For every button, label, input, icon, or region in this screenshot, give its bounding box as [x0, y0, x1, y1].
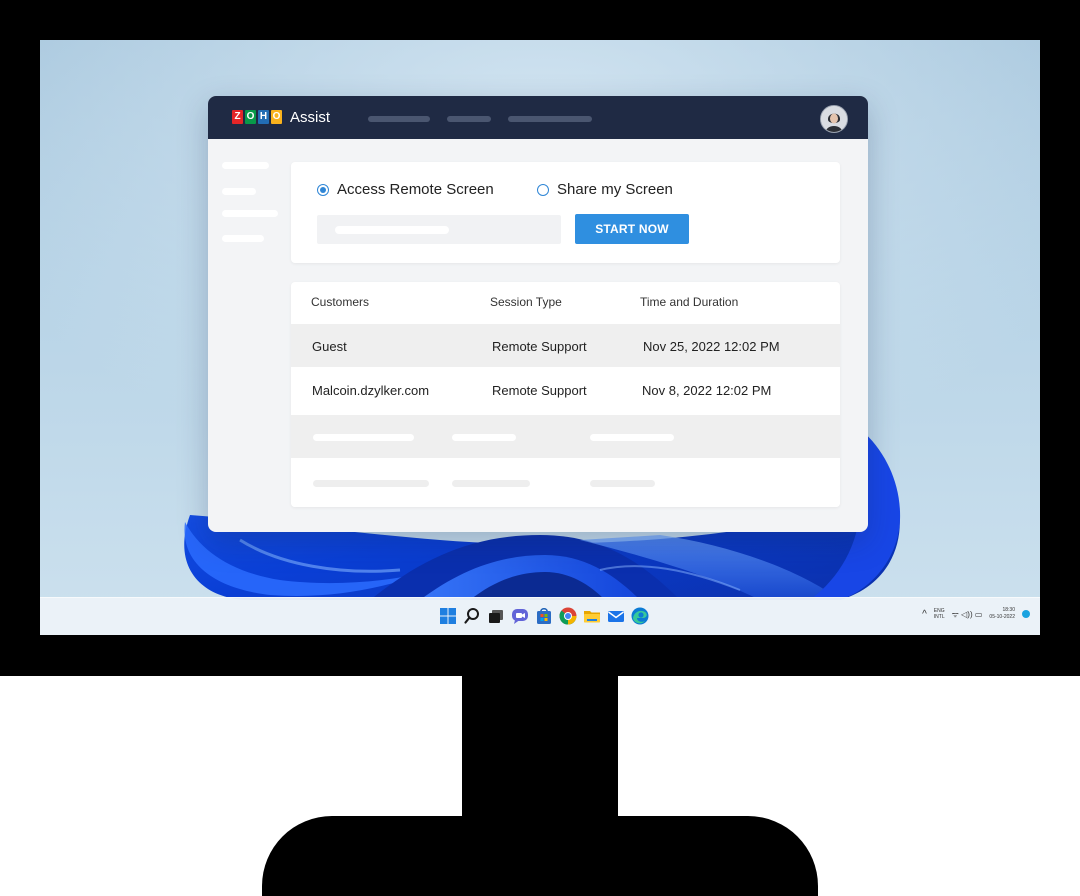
share-my-screen-option[interactable]: Share my Screen	[537, 181, 673, 198]
zoho-logo: Z O H O	[232, 110, 282, 124]
start-session-card: Access Remote Screen Share my Screen STA…	[291, 162, 840, 263]
column-header-session-type: Session Type	[490, 295, 562, 309]
network-volume-battery-icons[interactable]: ᯤ ◁)) ▭	[952, 609, 983, 620]
cell-session-type: Remote Support	[492, 339, 587, 354]
user-avatar-icon	[821, 106, 847, 132]
desktop-screen: ^ ENG INTL ᯤ ◁)) ▭ 18:30 05-10-2022 Z O …	[40, 40, 1040, 635]
skeleton-bar	[590, 434, 674, 441]
monitor-stand-neck	[462, 676, 618, 826]
user-avatar[interactable]	[820, 105, 848, 133]
app-name: Assist	[290, 109, 331, 126]
radio-selected-icon[interactable]	[317, 183, 329, 196]
chrome-icon[interactable]	[558, 606, 578, 626]
zoho-logo-letter-h: H	[258, 110, 269, 124]
taskbar-clock[interactable]: 18:30 05-10-2022	[989, 607, 1015, 621]
sidebar-item-placeholder[interactable]	[222, 188, 256, 195]
clock-date: 05-10-2022	[989, 614, 1015, 620]
app-header: Z O H O Assist	[208, 96, 868, 139]
clock-time: 18:30	[1002, 607, 1015, 613]
zoho-logo-letter-o: O	[245, 110, 256, 124]
skeleton-bar	[590, 480, 655, 487]
skeleton-bar	[313, 480, 429, 487]
skeleton-bar	[313, 434, 414, 441]
cell-session-type: Remote Support	[492, 383, 587, 398]
sidebar-item-placeholder[interactable]	[222, 235, 264, 242]
input-language-layout: INTL	[933, 614, 945, 620]
zoho-assist-window: Z O H O Assist Access Remote Screen Shar…	[208, 96, 868, 532]
session-input-field[interactable]	[317, 215, 561, 244]
windows-start-icon[interactable]	[438, 606, 458, 626]
file-explorer-icon[interactable]	[582, 606, 602, 626]
taskbar-pinned-apps	[438, 606, 650, 626]
show-hidden-icons-chevron-icon[interactable]: ^	[922, 609, 927, 620]
teams-chat-icon[interactable]	[510, 606, 530, 626]
input-language-indicator[interactable]: ENG INTL	[934, 608, 945, 620]
sessions-table: Customers Session Type Time and Duration…	[291, 282, 840, 507]
zoho-logo-letter-o: O	[271, 110, 282, 124]
system-tray: ^ ENG INTL ᯤ ◁)) ▭ 18:30 05-10-2022	[922, 607, 1030, 621]
mail-icon[interactable]	[606, 606, 626, 626]
header-nav-placeholder[interactable]	[447, 116, 491, 122]
column-header-customers: Customers	[311, 295, 370, 309]
cell-time: Nov 8, 2022 12:02 PM	[642, 383, 772, 398]
table-row[interactable]: Guest Remote Support Nov 25, 2022 12:02 …	[291, 324, 840, 367]
header-nav-placeholder[interactable]	[508, 116, 592, 122]
zoho-logo-letter-z: Z	[232, 110, 243, 124]
cell-time: Nov 25, 2022 12:02 PM	[643, 339, 780, 354]
microsoft-store-icon[interactable]	[534, 606, 554, 626]
radio-unselected-icon[interactable]	[537, 183, 549, 196]
sidebar-item-placeholder[interactable]	[222, 162, 269, 169]
task-view-icon[interactable]	[486, 606, 506, 626]
skeleton-bar	[452, 480, 530, 487]
table-row[interactable]: Malcoin.dzylker.com Remote Support Nov 8…	[291, 367, 840, 415]
access-remote-screen-option[interactable]: Access Remote Screen	[317, 181, 494, 198]
cell-customer: Guest	[312, 339, 347, 354]
column-header-time-duration: Time and Duration	[640, 295, 739, 309]
table-row-placeholder[interactable]	[291, 458, 840, 507]
search-icon[interactable]	[462, 606, 482, 626]
edge-icon[interactable]	[630, 606, 650, 626]
monitor-stand-base	[262, 816, 818, 896]
skeleton-bar	[452, 434, 516, 441]
header-nav-placeholder[interactable]	[368, 116, 430, 122]
share-my-screen-label: Share my Screen	[557, 181, 673, 198]
sidebar-item-placeholder[interactable]	[222, 210, 278, 217]
notification-badge-icon[interactable]	[1022, 610, 1030, 618]
input-placeholder-skeleton	[335, 226, 449, 234]
cell-customer: Malcoin.dzylker.com	[312, 383, 430, 398]
access-remote-screen-label: Access Remote Screen	[337, 181, 494, 198]
table-row-placeholder[interactable]	[291, 415, 840, 458]
start-now-button[interactable]: START NOW	[575, 214, 689, 244]
taskbar: ^ ENG INTL ᯤ ◁)) ▭ 18:30 05-10-2022	[40, 597, 1040, 635]
